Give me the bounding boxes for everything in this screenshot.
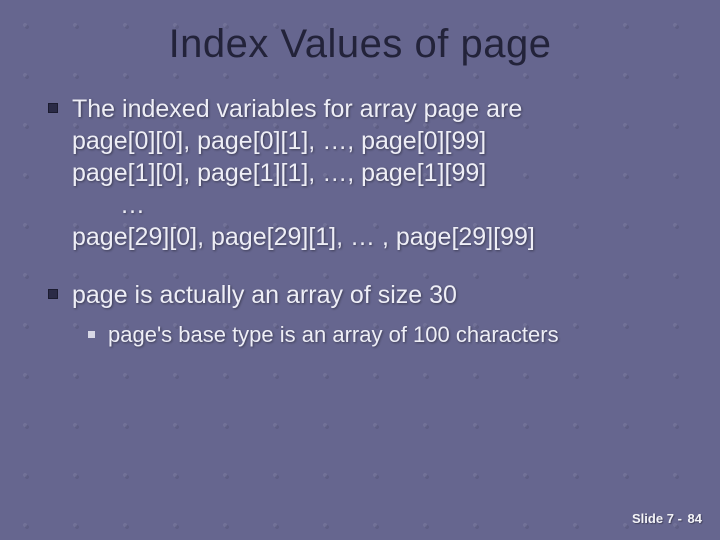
footer-separator: - xyxy=(678,511,682,526)
bullet-1-line-3: page[1][0], page[1][1], …, page[1][99] xyxy=(72,157,682,189)
bullet-item-1: The indexed variables for array page are… xyxy=(72,93,682,253)
footer-slide-number: 84 xyxy=(688,511,702,526)
sub-bullet-item-1: page's base type is an array of 100 char… xyxy=(108,321,682,350)
bullet-item-2: page is actually an array of size 30 pag… xyxy=(72,279,682,350)
square-bullet-icon xyxy=(48,103,58,113)
slide-body: The indexed variables for array page are… xyxy=(28,93,692,350)
slide-title: Index Values of page xyxy=(28,22,692,67)
bullet-1-line-5: page[29][0], page[29][1], … , page[29][9… xyxy=(72,221,682,253)
bullet-1-line-1: The indexed variables for array page are xyxy=(72,93,682,125)
mini-square-bullet-icon xyxy=(88,331,95,338)
sub-bullet-1-text: page's base type is an array of 100 char… xyxy=(108,322,559,347)
footer-label: Slide 7 xyxy=(632,511,674,526)
slide: Index Values of page The indexed variabl… xyxy=(0,0,720,540)
square-bullet-icon xyxy=(48,289,58,299)
sub-bullet-list: page's base type is an array of 100 char… xyxy=(72,321,682,350)
bullet-1-line-2: page[0][0], page[0][1], …, page[0][99] xyxy=(72,125,682,157)
bullet-1-line-4: … xyxy=(72,189,682,221)
slide-footer: Slide 7 - 84 xyxy=(632,511,702,526)
bullet-2-line-1: page is actually an array of size 30 xyxy=(72,279,682,311)
